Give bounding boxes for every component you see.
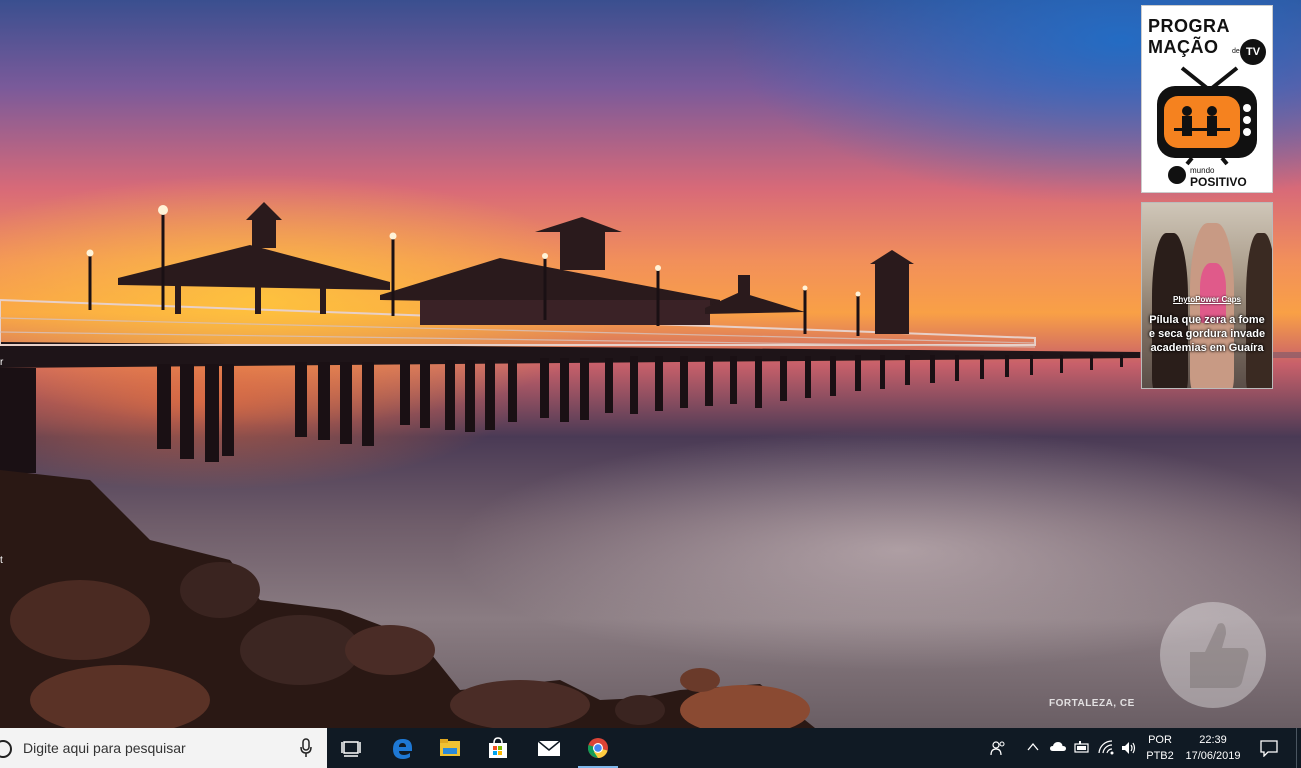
television-icon [1157,66,1257,166]
microphone-icon[interactable] [300,738,312,758]
ad-widget[interactable]: PhytoPower Caps Pílula que zera a fome e… [1141,202,1273,389]
input-language-indicator[interactable]: POR PTB2 [1146,732,1174,764]
wallpaper-location-caption: FORTALEZA, CE [1049,698,1135,709]
mundo-positivo-logo [1168,166,1186,184]
thumbs-up-watermark [1160,602,1266,708]
search-box[interactable]: Digite aqui para pesquisar [0,728,327,768]
mail-icon [537,740,561,756]
ad-photo-person [1152,233,1188,388]
tv-badge: TV [1240,39,1266,65]
tv-badge-de: de [1232,48,1240,55]
store-button[interactable] [474,728,522,768]
search-icon [0,740,12,758]
ad-headline[interactable]: Pílula que zera a fome e seca gordura in… [1146,313,1268,355]
clock-date: 17/06/2019 [1185,750,1241,762]
desktop-wallpaper: r t PROGRA MAÇÃO TV de mundo POSITIVO Ph… [0,0,1301,728]
folder-icon [440,739,460,756]
chevron-up-icon[interactable] [1027,742,1039,752]
brand-small-text: mundo [1190,166,1215,175]
taskbar-clock[interactable]: 22:39 17/06/2019 [1180,732,1246,764]
thumbs-up-icon [1190,623,1249,688]
store-icon [489,737,507,758]
clock-time: 22:39 [1199,734,1227,746]
show-desktop-button[interactable] [1296,728,1301,768]
ad-brand-link[interactable]: PhytoPower Caps [1142,295,1272,304]
wifi-icon[interactable] [1098,740,1114,756]
edge-icon [393,739,412,759]
volume-icon[interactable] [1121,740,1137,756]
chrome-button[interactable] [574,728,622,768]
people-icon[interactable] [990,740,1006,756]
taskbar: Digite aqui para pesquisar POR PTB2 22:3… [0,728,1301,768]
pier-scene [0,202,1301,728]
onedrive-cloud-icon[interactable] [1050,742,1066,752]
task-view-button[interactable] [327,728,375,768]
action-center-icon[interactable] [1260,739,1278,757]
file-explorer-button[interactable] [426,728,474,768]
mail-button[interactable] [524,728,572,768]
tv-schedule-widget[interactable]: PROGRA MAÇÃO TV de mundo POSITIVO [1141,5,1273,193]
edge-button[interactable] [378,728,426,768]
chrome-icon [588,738,608,758]
battery-power-icon[interactable] [1074,741,1090,753]
desktop-icon-label-fragment[interactable]: r [0,357,3,368]
brand-text: POSITIVO [1190,175,1247,189]
task-view-icon [341,741,361,757]
desktop-icon-label-fragment[interactable]: t [0,555,3,566]
ad-photo-person [1246,233,1272,388]
search-placeholder[interactable]: Digite aqui para pesquisar [23,740,186,756]
